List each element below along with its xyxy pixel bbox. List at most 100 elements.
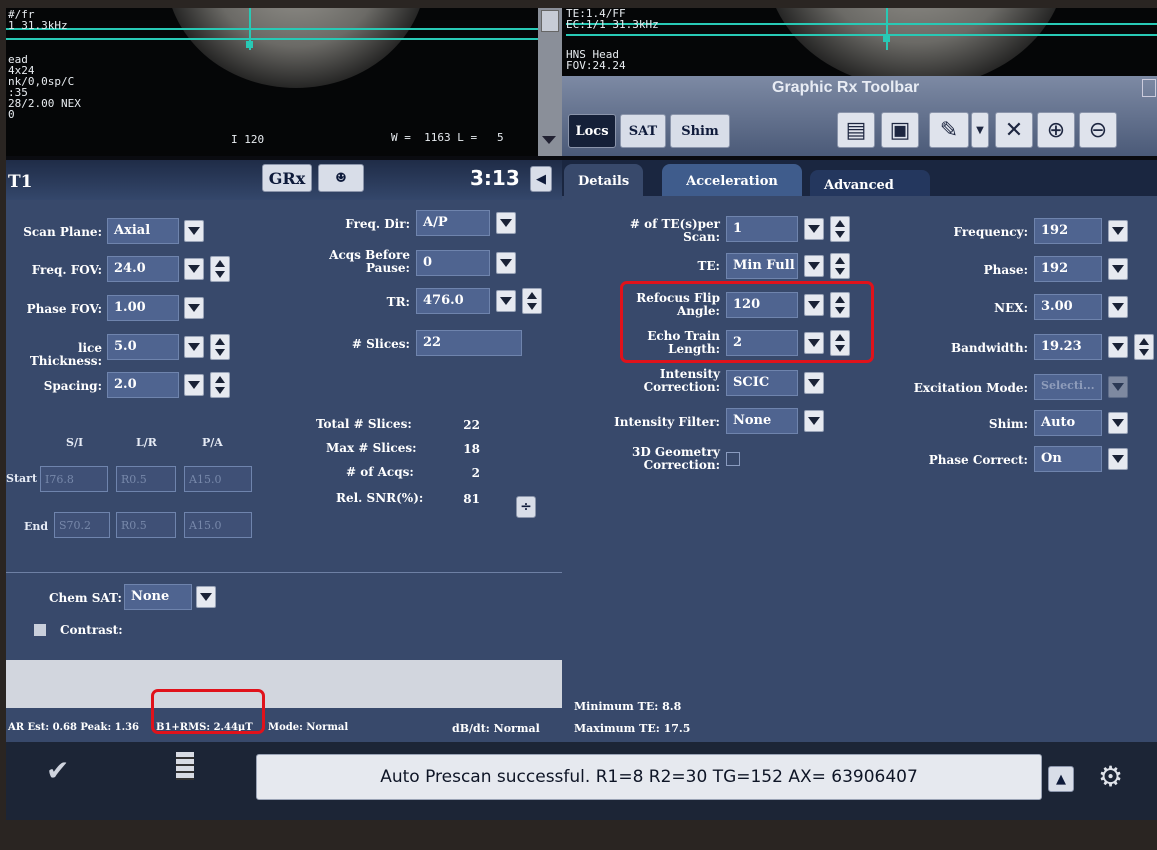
checkmark-icon[interactable]: ✔	[46, 754, 80, 787]
collapse-arrow-icon[interactable]: ◀	[530, 166, 552, 192]
highlight-box-b1rms	[151, 689, 265, 734]
freq-fov-dropdown-icon[interactable]	[184, 258, 204, 280]
start-pa-field[interactable]: A15.0	[184, 466, 252, 492]
scan-parameters-panel: T1 GRx ☻ 3:13 ◀ Scan Plane: Axial Freq. …	[6, 160, 562, 742]
frequency-select[interactable]: 192	[1034, 218, 1102, 244]
scrollbar-thumb[interactable]	[541, 10, 559, 32]
intensity-filter-select[interactable]: None	[726, 408, 798, 434]
bandwidth-dropdown-icon[interactable]	[1108, 336, 1128, 358]
te-stepper[interactable]	[830, 253, 850, 279]
spacing-dropdown-icon[interactable]	[184, 374, 204, 396]
te-per-scan-stepper[interactable]	[830, 216, 850, 242]
freq-fov-select[interactable]: 24.0	[107, 256, 179, 282]
shim-dropdown-icon[interactable]	[1108, 412, 1128, 434]
phase-select[interactable]: 192	[1034, 256, 1102, 282]
scan-plane-select[interactable]: Axial	[107, 218, 179, 244]
slice-thickness-select[interactable]: 5.0	[107, 334, 179, 360]
scan-plane-dropdown-icon[interactable]	[184, 220, 204, 242]
scroll-down-icon[interactable]	[542, 136, 556, 144]
slice-line	[6, 38, 546, 40]
start-lr-field[interactable]: R0.5	[116, 466, 176, 492]
frequency-dropdown-icon[interactable]	[1108, 220, 1128, 242]
intensity-correction-dropdown-icon[interactable]	[804, 372, 824, 394]
chem-sat-dropdown-icon[interactable]	[196, 586, 216, 608]
zoom-out-icon[interactable]: ⊖	[1079, 112, 1117, 148]
phase-fov-dropdown-icon[interactable]	[184, 297, 204, 319]
intensity-correction-select[interactable]: SCIC	[726, 370, 798, 396]
shim-button[interactable]: Shim	[670, 114, 730, 148]
nex-select[interactable]: 3.00	[1034, 294, 1102, 320]
te-select[interactable]: Min Full	[726, 253, 798, 279]
coord-header-lr: L/R	[136, 436, 157, 449]
freq-dir-dropdown-icon[interactable]	[496, 212, 516, 234]
phase-fov-select[interactable]: 1.00	[107, 295, 179, 321]
excitation-mode-dropdown-icon[interactable]	[1108, 376, 1128, 398]
phase-correct-select[interactable]: On	[1034, 446, 1102, 472]
protocol-title: T1	[8, 172, 33, 192]
slices-input[interactable]: 22	[416, 330, 522, 356]
te-per-scan-select[interactable]: 1	[726, 216, 798, 242]
close-icon[interactable]	[1142, 79, 1156, 97]
slice-line	[566, 34, 1157, 36]
bandwidth-stepper[interactable]	[1134, 334, 1154, 360]
end-lr-field[interactable]: R0.5	[116, 512, 176, 538]
cross-icon[interactable]: ✕	[995, 112, 1033, 148]
slice-handle[interactable]	[246, 41, 253, 48]
overlay-line: 0	[8, 108, 15, 121]
patient-rx-icon[interactable]: ☻	[318, 164, 364, 192]
overlay-line: EC:1/1 31.3kHz	[566, 18, 659, 31]
contrast-checkbox[interactable]	[34, 624, 46, 636]
bandwidth-select[interactable]: 19.23	[1034, 334, 1102, 360]
geometry-correction-checkbox[interactable]	[726, 452, 740, 466]
intensity-filter-dropdown-icon[interactable]	[804, 410, 824, 432]
dbdt-mode: dB/dt: Normal	[452, 722, 540, 735]
copy-rx-icon[interactable]: ▣	[881, 112, 919, 148]
te-dropdown-icon[interactable]	[804, 255, 824, 277]
freq-dir-select[interactable]: A/P	[416, 210, 490, 236]
slice-handle[interactable]	[883, 35, 890, 42]
acqs-before-pause-select[interactable]: 0	[416, 250, 490, 276]
tr-dropdown-icon[interactable]	[496, 290, 516, 312]
expand-up-icon[interactable]: ▲	[1048, 766, 1074, 792]
te-per-scan-dropdown-icon[interactable]	[804, 218, 824, 240]
start-si-field[interactable]: I76.8	[40, 466, 108, 492]
snr-expand-icon[interactable]: ÷	[516, 496, 536, 518]
image-viewport-area[interactable]: #/fr 1 31.3kHz ead 4x24 nk/0,0sp/C :35 2…	[6, 8, 1157, 156]
phase-dropdown-icon[interactable]	[1108, 258, 1128, 280]
tab-acceleration[interactable]: Acceleration	[662, 164, 802, 198]
pointer-tool-icon[interactable]: ⚙	[1098, 760, 1138, 796]
tr-select[interactable]: 476.0	[416, 288, 490, 314]
stat-value: 2	[471, 466, 480, 480]
chem-sat-select[interactable]: None	[124, 584, 192, 610]
slice-thickness-dropdown-icon[interactable]	[184, 336, 204, 358]
nex-dropdown-icon[interactable]	[1108, 296, 1128, 318]
contrast-label: Contrast:	[60, 623, 123, 637]
acqs-before-pause-dropdown-icon[interactable]	[496, 252, 516, 274]
tr-stepper[interactable]	[522, 288, 542, 314]
zoom-in-icon[interactable]: ⊕	[1037, 112, 1075, 148]
tab-advanced[interactable]: Advanced	[810, 170, 930, 198]
slice-thickness-stepper[interactable]	[210, 334, 230, 360]
chevron-down-icon[interactable]: ▼	[971, 112, 989, 148]
spacing-stepper[interactable]	[210, 372, 230, 398]
eraser-icon[interactable]: ✎	[929, 112, 969, 148]
locs-button[interactable]: Locs	[568, 114, 616, 148]
film-strip-icon[interactable]	[176, 752, 194, 780]
excitation-mode-select[interactable]: Selecti...	[1034, 374, 1102, 400]
freq-fov-label: Freq. FOV:	[31, 263, 102, 277]
freq-fov-stepper[interactable]	[210, 256, 230, 282]
shim-select[interactable]: Auto	[1034, 410, 1102, 436]
end-pa-field[interactable]: A15.0	[184, 512, 252, 538]
min-te: Minimum TE: 8.8	[574, 700, 682, 713]
sar-mode: Mode: Normal	[268, 722, 349, 733]
select-tool-icon[interactable]: ▤	[837, 112, 875, 148]
phase-correct-dropdown-icon[interactable]	[1108, 448, 1128, 470]
viewport-scrollbar[interactable]	[538, 8, 562, 156]
highlight-box-refocus-echo	[620, 281, 874, 363]
sat-button[interactable]: SAT	[620, 114, 666, 148]
spacing-select[interactable]: 2.0	[107, 372, 179, 398]
frequency-label: Frequency:	[953, 225, 1028, 239]
grx-button[interactable]: GRx	[262, 164, 312, 192]
tab-details[interactable]: Details	[564, 164, 644, 198]
end-si-field[interactable]: S70.2	[54, 512, 110, 538]
